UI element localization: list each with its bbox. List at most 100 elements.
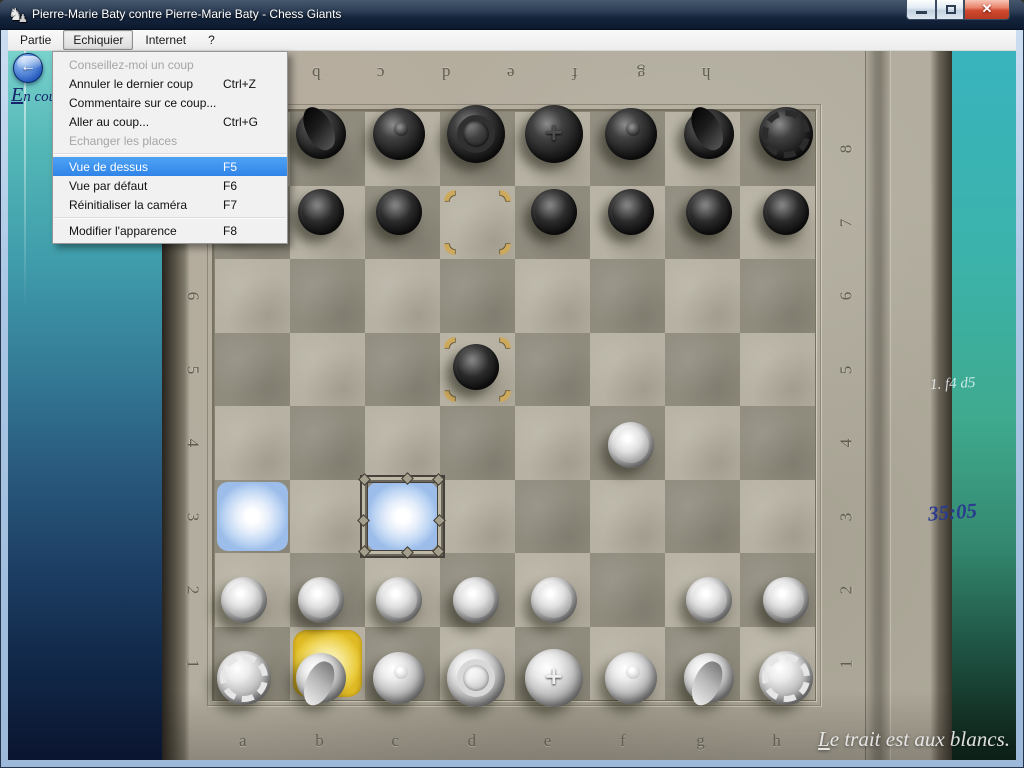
menubar-item-echiquier[interactable]: Echiquier	[63, 30, 133, 50]
piece-a2-white-pawn[interactable]	[221, 577, 267, 623]
file-label-bottom-d: d	[468, 731, 477, 751]
piece-g7-black-pawn[interactable]	[686, 189, 732, 235]
menu-item-shortcut: F5	[223, 160, 281, 174]
piece-e7-black-pawn[interactable]	[531, 189, 577, 235]
square-d4[interactable]	[440, 406, 515, 480]
menu-item-commentaire-sur-ce-coup[interactable]: Commentaire sur ce coup...	[53, 93, 287, 112]
back-button[interactable]: ←	[13, 53, 43, 83]
square-b4[interactable]	[290, 406, 365, 480]
menu-item-echanger-les-places[interactable]: Echanger les places	[53, 131, 287, 150]
menu-item-shortcut: F7	[223, 198, 281, 212]
file-label-bottom-b: b	[315, 731, 324, 751]
square-e3[interactable]	[515, 480, 590, 554]
piece-d1-white-queen[interactable]	[447, 649, 505, 707]
square-d6[interactable]	[440, 259, 515, 333]
piece-g1-white-knight[interactable]	[684, 653, 734, 703]
menu-item-vue-de-dessus[interactable]: Vue de dessusF5	[53, 157, 287, 176]
square-a4[interactable]	[215, 406, 290, 480]
menu-item-shortcut: F6	[223, 179, 281, 193]
square-b3[interactable]	[290, 480, 365, 554]
square-d3[interactable]	[440, 480, 515, 554]
square-c6[interactable]	[365, 259, 440, 333]
square-b6[interactable]	[290, 259, 365, 333]
square-g6[interactable]	[665, 259, 740, 333]
square-h3[interactable]	[740, 480, 815, 554]
file-label-top-e: e	[507, 63, 515, 83]
menu-item-label: Réinitialiser la caméra	[69, 198, 223, 212]
menu-item-label: Commentaire sur ce coup...	[69, 96, 223, 110]
piece-g8-black-knight[interactable]	[684, 109, 734, 159]
menu-item-conseillez-moi-un-coup[interactable]: Conseillez-moi un coup	[53, 55, 287, 74]
piece-h7-black-pawn[interactable]	[763, 189, 809, 235]
square-c4[interactable]	[365, 406, 440, 480]
app-knight-icon: ♞♟	[8, 5, 28, 25]
echiquier-dropdown-menu: Conseillez-moi un coupAnnuler le dernier…	[52, 51, 288, 244]
square-e4[interactable]	[515, 406, 590, 480]
piece-a1-white-rook[interactable]	[217, 651, 271, 705]
piece-e8-black-king[interactable]	[525, 105, 583, 163]
rank-label-right-6: 6	[836, 292, 856, 301]
piece-c2-white-pawn[interactable]	[376, 577, 422, 623]
piece-c1-white-bishop[interactable]	[373, 652, 425, 704]
board-groove	[866, 51, 890, 760]
menu-item-modifier-l-apparence[interactable]: Modifier l'apparenceF8	[53, 221, 287, 240]
menubar-item-internet[interactable]: Internet	[135, 30, 196, 50]
square-a6[interactable]	[215, 259, 290, 333]
piece-e1-white-king[interactable]	[525, 649, 583, 707]
rank-label-right-5: 5	[836, 365, 856, 374]
square-g5[interactable]	[665, 333, 740, 407]
menu-item-annuler-le-dernier-coup[interactable]: Annuler le dernier coupCtrl+Z	[53, 74, 287, 93]
square-f3[interactable]	[590, 480, 665, 554]
menu-item-label: Vue par défaut	[69, 179, 223, 193]
rank-label-left-3: 3	[182, 512, 202, 521]
rank-label-right-4: 4	[836, 439, 856, 448]
square-g4[interactable]	[665, 406, 740, 480]
piece-h1-white-rook[interactable]	[759, 651, 813, 705]
piece-c7-black-pawn[interactable]	[376, 189, 422, 235]
square-a5[interactable]	[215, 333, 290, 407]
piece-f4-white-pawn[interactable]	[608, 422, 654, 468]
piece-f8-black-bishop[interactable]	[605, 108, 657, 160]
piece-f1-white-bishop[interactable]	[605, 652, 657, 704]
title-bar[interactable]: ♞♟ Pierre-Marie Baty contre Pierre-Marie…	[0, 0, 1024, 30]
square-f2[interactable]	[590, 553, 665, 627]
piece-b1-white-knight[interactable]	[296, 653, 346, 703]
menubar-item-partie[interactable]: Partie	[10, 30, 61, 50]
piece-b7-black-pawn[interactable]	[298, 189, 344, 235]
piece-c8-black-bishop[interactable]	[373, 108, 425, 160]
piece-e2-white-pawn[interactable]	[531, 577, 577, 623]
menubar-item-?[interactable]: ?	[198, 30, 225, 50]
square-e5[interactable]	[515, 333, 590, 407]
piece-h8-black-rook[interactable]	[759, 107, 813, 161]
menu-item-vue-par-d-faut[interactable]: Vue par défautF6	[53, 176, 287, 195]
square-b5[interactable]	[290, 333, 365, 407]
menu-item-r-initialiser-la-cam-ra[interactable]: Réinitialiser la caméraF7	[53, 195, 287, 214]
square-h6[interactable]	[740, 259, 815, 333]
piece-b8-black-knight[interactable]	[296, 109, 346, 159]
square-e6[interactable]	[515, 259, 590, 333]
menu-item-label: Modifier l'apparence	[69, 224, 223, 238]
menu-item-aller-au-coup[interactable]: Aller au coup...Ctrl+G	[53, 112, 287, 131]
turn-message: Le trait est aux blancs.	[818, 727, 1010, 752]
back-arrow-icon: ←	[14, 58, 42, 76]
close-button[interactable]: ✕	[964, 0, 1010, 20]
piece-g2-white-pawn[interactable]	[686, 577, 732, 623]
gold-corner-icon	[439, 228, 470, 259]
piece-f7-black-pawn[interactable]	[608, 189, 654, 235]
square-h5[interactable]	[740, 333, 815, 407]
square-g3[interactable]	[665, 480, 740, 554]
square-h4[interactable]	[740, 406, 815, 480]
application-window: ♞♟ Pierre-Marie Baty contre Pierre-Marie…	[0, 0, 1024, 768]
maximize-icon	[946, 5, 956, 14]
menu-item-shortcut: Ctrl+G	[223, 115, 281, 129]
maximize-button[interactable]	[936, 0, 964, 20]
square-c5[interactable]	[365, 333, 440, 407]
piece-d8-black-queen[interactable]	[447, 105, 505, 163]
file-label-top-h: h	[702, 63, 711, 83]
file-label-bottom-h: h	[772, 731, 781, 751]
square-f6[interactable]	[590, 259, 665, 333]
minimize-button[interactable]	[906, 0, 936, 20]
square-f5[interactable]	[590, 333, 665, 407]
menu-bar: PartieEchiquierInternet?	[8, 30, 1016, 51]
rank-label-right-3: 3	[836, 512, 856, 521]
